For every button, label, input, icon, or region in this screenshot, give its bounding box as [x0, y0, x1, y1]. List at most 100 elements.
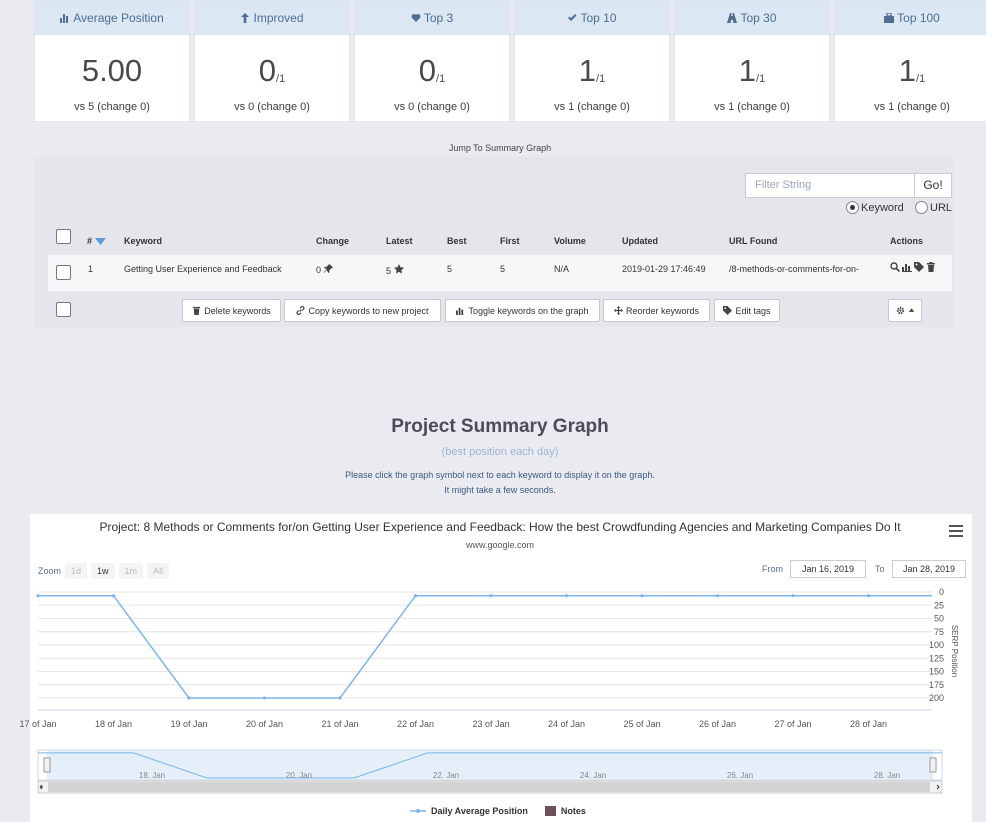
row-updated: 2019-01-29 17:46:49	[622, 264, 706, 274]
legend-daily-average[interactable]: Daily Average Position	[431, 806, 528, 816]
stat-card-label: Average Position	[73, 11, 164, 25]
stat-card-header: Improved	[195, 1, 349, 35]
row-first: 5	[500, 264, 506, 274]
graph-icon	[456, 307, 464, 315]
tag-icon	[723, 306, 733, 315]
col-first[interactable]: First	[500, 236, 520, 246]
col-keyword[interactable]: Keyword	[124, 236, 162, 246]
row-actions	[890, 262, 936, 272]
toggle-keywords-label: Toggle keywords on the graph	[468, 305, 589, 316]
stat-card-compare: vs 0 (change 0)	[234, 101, 310, 113]
copy-keywords-button[interactable]: Copy keywords to new project	[284, 299, 441, 322]
stat-card-header: Average Position	[35, 1, 189, 35]
row-num: 1	[88, 264, 94, 274]
stat-card-compare: vs 1 (change 0)	[874, 101, 950, 113]
col-url-found[interactable]: URL Found	[729, 236, 777, 246]
jump-to-summary-link[interactable]: Jump To Summary Graph	[0, 143, 986, 153]
bulk-select-checkbox[interactable]	[56, 302, 71, 317]
trash-icon	[193, 306, 201, 315]
reorder-keywords-label: Reorder keywords	[625, 305, 700, 316]
stat-card-suffix: /1	[596, 73, 606, 85]
stat-card: Top 10 1/1 vs 1 (change 0)	[514, 0, 670, 122]
row-url-found[interactable]: /8-methods-or-comments-for-on-	[729, 264, 859, 274]
stat-card-number: 1	[738, 53, 757, 88]
stat-card-header: Top 10	[515, 1, 669, 35]
stat-card-value: 1/1	[675, 53, 829, 89]
stat-card-compare: vs 5 (change 0)	[74, 101, 150, 113]
settings-dropdown-button[interactable]	[888, 299, 922, 322]
col-latest[interactable]: Latest	[386, 236, 413, 246]
stat-card-value: 1/1	[835, 53, 986, 89]
chart-title: Project: 8 Methods or Comments for/on Ge…	[99, 520, 901, 534]
legend-notes[interactable]: Notes	[561, 806, 586, 816]
stat-card-number: 5.00	[81, 53, 143, 88]
col-best[interactable]: Best	[447, 236, 467, 246]
stat-card-label: Top 10	[580, 11, 617, 25]
go-button[interactable]: Go!	[914, 173, 952, 198]
row-latest-value: 5	[386, 266, 392, 276]
edit-tags-button[interactable]: Edit tags	[714, 299, 780, 322]
delete-keywords-button[interactable]: Delete keywords	[182, 299, 281, 322]
stat-card: Top 30 1/1 vs 1 (change 0)	[674, 0, 830, 122]
to-date-input[interactable]: Jan 28, 2019	[892, 560, 966, 578]
toggle-keywords-button[interactable]: Toggle keywords on the graph	[445, 299, 600, 322]
to-label: To	[875, 564, 885, 574]
move-icon	[613, 306, 623, 315]
filter-input[interactable]: Filter String	[745, 173, 915, 198]
col-change[interactable]: Change	[316, 236, 349, 246]
stat-card-suffix: /1	[916, 73, 926, 85]
summary-subtitle: (best position each day)	[441, 446, 559, 458]
col-volume[interactable]: Volume	[554, 236, 586, 246]
zoom-1w-button[interactable]: 1w	[91, 563, 115, 579]
stat-card: Top 100 1/1 vs 1 (change 0)	[834, 0, 986, 122]
stat-card-value: 1/1	[515, 53, 669, 89]
reorder-keywords-button[interactable]: Reorder keywords	[603, 299, 710, 322]
radio-keyword[interactable]: Keyword	[846, 201, 904, 214]
stat-card: Average Position 5.00 vs 5 (change 0)	[34, 0, 190, 122]
stat-card-suffix: /1	[436, 73, 446, 85]
zoom-1d-button[interactable]: 1d	[65, 563, 88, 579]
search-icon[interactable]	[890, 262, 900, 272]
row-checkbox[interactable]	[56, 265, 71, 280]
stat-card: Improved 0/1 vs 0 (change 0)	[194, 0, 350, 122]
zoom-label: Zoom	[38, 566, 62, 576]
radio-url-dot[interactable]	[915, 201, 928, 214]
stat-card-header: Top 100	[835, 1, 986, 35]
col-num[interactable]: #	[87, 236, 106, 246]
stat-card-compare: vs 0 (change 0)	[394, 101, 470, 113]
arrow-up-icon	[241, 13, 250, 23]
summary-note-1: Please click the graph symbol next to ea…	[345, 470, 655, 480]
graph-icon[interactable]	[902, 262, 912, 272]
radio-url[interactable]: URL	[915, 201, 952, 214]
delete-keywords-label: Delete keywords	[204, 305, 271, 316]
stat-card-label: Top 30	[740, 11, 777, 25]
zoom-all-button[interactable]: All	[147, 563, 170, 579]
select-all-checkbox[interactable]	[56, 229, 71, 244]
stat-card-compare: vs 1 (change 0)	[714, 101, 790, 113]
stat-card-number: 1	[578, 53, 597, 88]
row-latest: 5	[386, 264, 404, 276]
stat-card-compare: vs 1 (change 0)	[554, 101, 630, 113]
stat-card-value: 5.00	[35, 53, 189, 89]
summary-note-2: It might take a few seconds.	[444, 485, 556, 495]
stat-card-label: Improved	[253, 11, 304, 25]
col-updated[interactable]: Updated	[622, 236, 658, 246]
stat-card-suffix: /1	[276, 73, 286, 85]
sort-down-icon[interactable]	[94, 237, 106, 246]
chart-menu-icon[interactable]	[949, 525, 963, 537]
zoom-controls: Zoom 1d 1w 1m All	[38, 563, 170, 579]
row-keyword[interactable]: Getting User Experience and Feedback	[124, 264, 282, 274]
tag-icon[interactable]	[914, 262, 924, 272]
trash-icon[interactable]	[926, 262, 936, 272]
stat-card-value: 0/1	[195, 53, 349, 89]
caret-up-icon	[908, 308, 914, 312]
pin-icon	[323, 264, 333, 273]
stat-card-header: Top 3	[355, 1, 509, 35]
zoom-1m-button[interactable]: 1m	[118, 563, 144, 579]
summary-title: Project Summary Graph	[391, 416, 609, 437]
radio-keyword-dot[interactable]	[846, 201, 859, 214]
briefcase-icon	[884, 13, 895, 23]
from-date-input[interactable]: Jan 16, 2019	[790, 560, 866, 578]
legend-line-icon	[410, 809, 426, 813]
chart-subtitle: www.google.com	[465, 540, 535, 550]
